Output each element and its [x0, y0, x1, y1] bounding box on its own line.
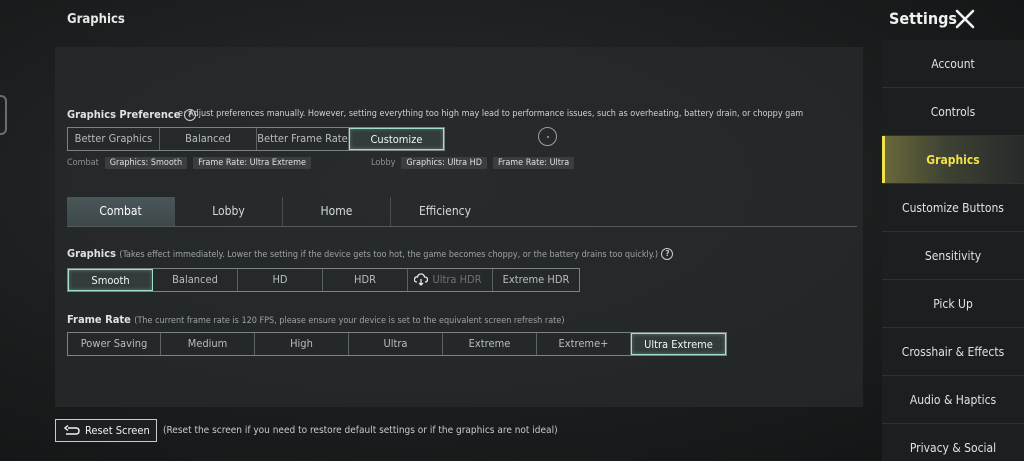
graphics-quality-hint: (Takes effect immediately. Lower the set…	[119, 250, 659, 260]
help-icon[interactable]: ?	[661, 248, 674, 260]
graphics-settings-panel: Graphics Preference ? e: Adjust preferen…	[55, 47, 863, 407]
graphics-ultra-hdr[interactable]: Ultra HDR	[408, 269, 493, 291]
graphics-preference-label: Graphics Preference ?	[67, 108, 196, 121]
framerate-extreme-plus[interactable]: Extreme+	[537, 333, 631, 355]
graphics-quality-label: Graphics (Takes effect immediately. Lowe…	[67, 247, 674, 260]
sidebar-item-customize-buttons[interactable]: Customize Buttons	[882, 184, 1024, 232]
close-icon[interactable]	[954, 8, 976, 30]
combat-summary: Combat Graphics: Smooth Frame Rate: Ultr…	[67, 157, 311, 169]
reset-screen-button[interactable]: Reset Screen	[55, 419, 157, 442]
reset-screen-label: Reset Screen	[85, 424, 150, 437]
graphics-preference-selector: Better Graphics Balanced Better Frame Ra…	[67, 127, 445, 151]
sidebar-item-privacy-social[interactable]: Privacy & Social	[882, 424, 1024, 461]
preference-customize[interactable]: Customize	[349, 128, 444, 150]
sidebar-item-controls[interactable]: Controls	[882, 88, 1024, 136]
framerate-power-saving[interactable]: Power Saving	[68, 333, 161, 355]
reset-arrow-icon	[64, 424, 80, 435]
settings-title: Settings	[889, 9, 957, 28]
graphics-quality-title: Graphics	[67, 247, 116, 260]
reset-screen-hint: (Reset the screen if you need to restore…	[163, 425, 558, 436]
framerate-ultra-extreme[interactable]: Ultra Extreme	[631, 333, 726, 355]
preference-balanced[interactable]: Balanced	[160, 128, 257, 150]
tab-home[interactable]: Home	[283, 197, 391, 226]
tab-combat[interactable]: Combat	[67, 197, 175, 226]
framerate-medium[interactable]: Medium	[161, 333, 255, 355]
sidebar-item-crosshair-effects[interactable]: Crosshair & Effects	[882, 328, 1024, 376]
preference-better-frame-rate[interactable]: Better Frame Rate	[257, 128, 349, 150]
graphics-smooth[interactable]: Smooth	[68, 269, 153, 291]
lobby-summary-label: Lobby	[371, 158, 396, 168]
settings-sidebar: Account Controls Graphics Customize Butt…	[882, 40, 1024, 461]
combat-framerate-tag: Frame Rate: Ultra Extreme	[193, 157, 311, 169]
frame-rate-selector: Power Saving Medium High Ultra Extreme E…	[67, 332, 727, 356]
graphics-hd[interactable]: HD	[238, 269, 323, 291]
side-drawer-handle[interactable]	[0, 95, 7, 135]
combat-graphics-tag: Graphics: Smooth	[104, 157, 188, 169]
graphics-balanced[interactable]: Balanced	[153, 269, 238, 291]
graphics-quality-selector: Smooth Balanced HD HDR Ultra HDR Extreme…	[67, 268, 580, 292]
preference-better-graphics[interactable]: Better Graphics	[68, 128, 160, 150]
lobby-summary: Lobby Graphics: Ultra HD Frame Rate: Ult…	[371, 157, 575, 169]
lobby-graphics-tag: Graphics: Ultra HD	[401, 157, 487, 169]
framerate-high[interactable]: High	[255, 333, 349, 355]
sidebar-item-pick-up[interactable]: Pick Up	[882, 280, 1024, 328]
mode-tabs: Combat Lobby Home Efficiency	[67, 197, 857, 227]
combat-summary-label: Combat	[67, 158, 99, 168]
tab-lobby[interactable]: Lobby	[175, 197, 283, 226]
sidebar-item-graphics[interactable]: Graphics	[882, 136, 1024, 184]
section-title: Graphics	[67, 12, 125, 27]
touch-cursor-indicator	[538, 127, 557, 146]
sidebar-item-audio-haptics[interactable]: Audio & Haptics	[882, 376, 1024, 424]
graphics-extreme-hdr[interactable]: Extreme HDR	[493, 269, 579, 291]
framerate-ultra[interactable]: Ultra	[349, 333, 443, 355]
tab-efficiency[interactable]: Efficiency	[391, 197, 499, 226]
graphics-preference-title: Graphics Preference	[67, 108, 181, 121]
lobby-framerate-tag: Frame Rate: Ultra	[493, 157, 575, 169]
graphics-hdr[interactable]: HDR	[323, 269, 408, 291]
frame-rate-label: Frame Rate (The current frame rate is 12…	[67, 313, 565, 326]
frame-rate-hint: (The current frame rate is 120 FPS, plea…	[134, 316, 565, 326]
cloud-download-icon	[414, 273, 428, 286]
sidebar-item-account[interactable]: Account	[882, 40, 1024, 88]
graphics-preference-description: e: Adjust preferences manually. However,…	[178, 109, 804, 119]
sidebar-item-sensitivity[interactable]: Sensitivity	[882, 232, 1024, 280]
frame-rate-title: Frame Rate	[67, 313, 131, 326]
framerate-extreme[interactable]: Extreme	[443, 333, 537, 355]
